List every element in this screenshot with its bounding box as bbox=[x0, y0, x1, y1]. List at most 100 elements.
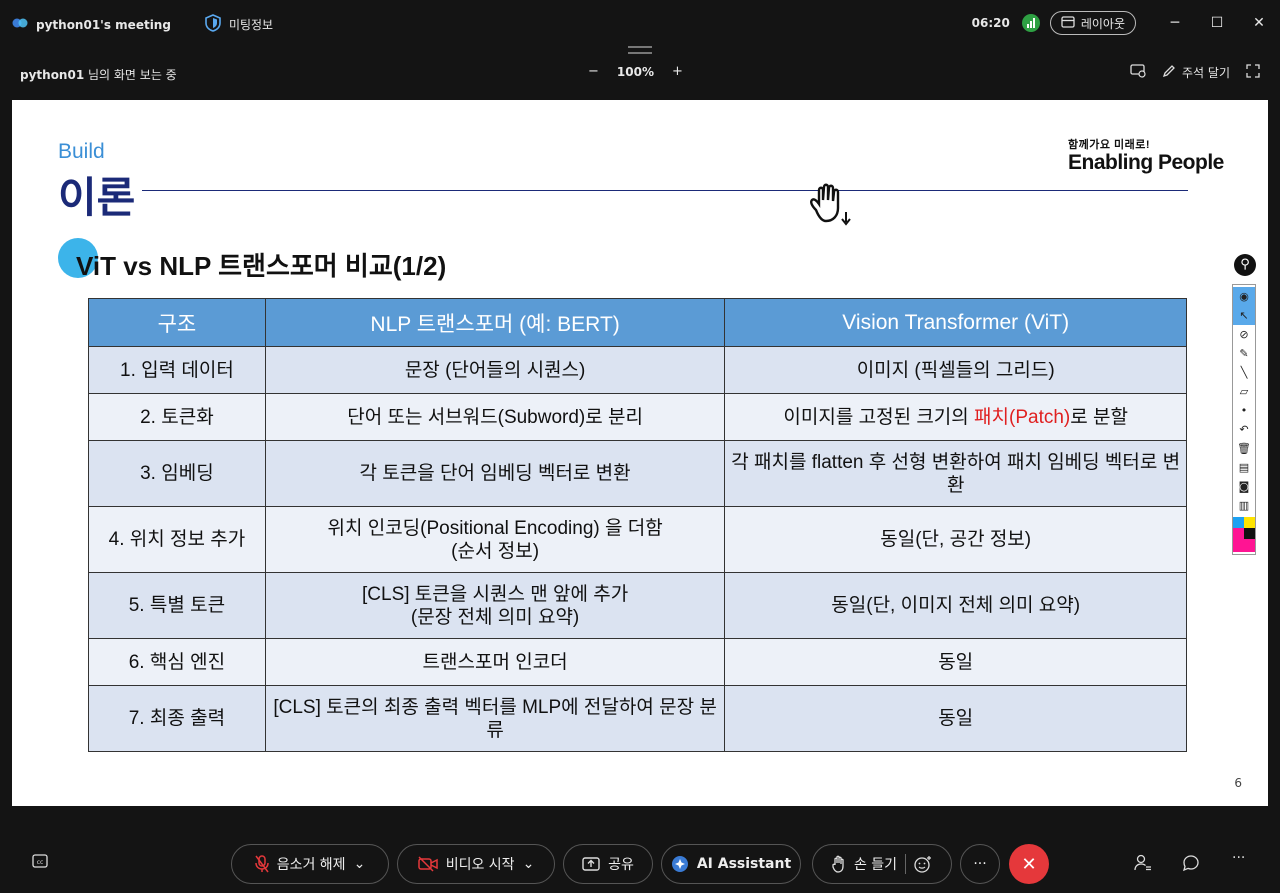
layout-button[interactable]: 레이아웃 bbox=[1049, 11, 1136, 35]
whiteboard-icon[interactable]: ▤ bbox=[1233, 458, 1255, 477]
patch-highlight: 패치(Patch) bbox=[974, 406, 1071, 428]
zoom-control: − 100% + bbox=[588, 64, 683, 79]
nlp-cell: 위치 인코딩(Positional Encoding) 을 더함 (순서 정보) bbox=[264, 506, 726, 573]
network-signal-icon[interactable] bbox=[1021, 14, 1040, 32]
more-label: ··· bbox=[973, 856, 987, 872]
viewing-status: python01 님의 화면 보는 중 bbox=[20, 66, 177, 83]
ai-assistant-icon bbox=[671, 855, 689, 873]
captions-icon[interactable]: cc bbox=[32, 854, 48, 872]
comparison-table: 구조 NLP 트랜스포머 (예: BERT) Vision Transforme… bbox=[88, 298, 1187, 752]
row-label: 6. 핵심 엔진 bbox=[88, 638, 266, 686]
line-tool-icon[interactable]: ╲ bbox=[1233, 363, 1255, 382]
maximize-icon[interactable]: ☐ bbox=[1196, 0, 1238, 46]
row-label: 5. 특별 토큰 bbox=[88, 572, 266, 639]
zoom-in-button[interactable]: + bbox=[672, 64, 683, 79]
viewing-suffix: 님의 화면 보는 중 bbox=[84, 68, 177, 82]
unmute-label: 음소거 해제 bbox=[276, 857, 346, 873]
ai-assistant-button[interactable]: AI Assistant bbox=[661, 844, 801, 884]
ai-assistant-label: AI Assistant bbox=[696, 856, 792, 872]
share-icon bbox=[582, 857, 600, 871]
pointer-icon[interactable]: ↖ bbox=[1233, 306, 1255, 325]
meeting-controls: cc 음소거 해제 ⌄ 비디오 시작 ⌄ 공유 AI Assistant 손 들… bbox=[0, 806, 1280, 893]
nlp-cell: 단어 또는 서브워드(Subword)로 분리 bbox=[264, 393, 726, 441]
vit-text-a: 이미지를 고정된 크기의 bbox=[783, 406, 975, 428]
chevron-down-icon[interactable]: ⌄ bbox=[523, 856, 535, 872]
shield-icon[interactable] bbox=[205, 14, 221, 35]
chevron-down-icon[interactable]: ⌄ bbox=[354, 856, 366, 872]
clock: 06:20 bbox=[971, 16, 1010, 30]
pen-icon bbox=[1162, 64, 1176, 81]
eraser-icon[interactable]: ▱ bbox=[1233, 382, 1255, 401]
nlp-cell: 문장 (단어들의 시퀀스) bbox=[264, 346, 726, 394]
reaction-emoji-icon[interactable] bbox=[914, 855, 932, 873]
zoom-out-button[interactable]: − bbox=[588, 64, 599, 79]
mic-muted-icon bbox=[254, 855, 269, 873]
camera-icon[interactable]: ◙ bbox=[1233, 477, 1255, 496]
trash-icon[interactable]: 🗑 bbox=[1233, 439, 1255, 458]
more-menu-icon[interactable]: ··· bbox=[1232, 850, 1245, 866]
annotation-tools: ◉ ↖ ⊘ ✎ ╲ ▱ • ↶ 🗑 ▤ ◙ ▥ bbox=[1232, 284, 1256, 555]
more-options-button[interactable]: ··· bbox=[960, 844, 1000, 884]
table-row: 4. 위치 정보 추가 위치 인코딩(Positional Encoding) … bbox=[88, 506, 1187, 573]
hand-cursor-icon bbox=[810, 183, 851, 226]
start-video-button[interactable]: 비디오 시작 ⌄ bbox=[397, 844, 555, 884]
table-row: 1. 입력 데이터 문장 (단어들의 시퀀스) 이미지 (픽셀들의 그리드) bbox=[88, 346, 1187, 394]
webex-logo-icon bbox=[12, 16, 28, 33]
shared-screen[interactable]: Build 이론 함께가요 미래로! Enabling People ViT v… bbox=[12, 100, 1268, 806]
table-row: 5. 특별 토큰 [CLS] 토큰을 시퀀스 맨 앞에 추가 (문장 전체 의미 … bbox=[88, 572, 1187, 639]
header-nlp: NLP 트랜스포머 (예: BERT) bbox=[264, 298, 726, 347]
title-bar: python01's meeting 미팅정보 06:20 레이아웃 ─ ☐ ✕ bbox=[0, 0, 1280, 46]
title-divider bbox=[142, 190, 1188, 191]
meeting-info-link[interactable]: 미팅정보 bbox=[229, 16, 273, 33]
section-title: 이론 bbox=[58, 174, 136, 221]
meeting-title: python01's meeting bbox=[36, 17, 171, 32]
close-x-icon: ✕ bbox=[1021, 853, 1037, 875]
row-label: 7. 최종 출력 bbox=[88, 685, 266, 752]
sharer-name: python01 bbox=[20, 68, 85, 82]
share-button[interactable]: 공유 bbox=[563, 844, 653, 884]
annotate-button[interactable]: 주석 달기 bbox=[1162, 64, 1230, 81]
vit-cell: 동일(단, 공간 정보) bbox=[724, 506, 1187, 573]
participants-icon[interactable] bbox=[1134, 854, 1152, 876]
table-row: 2. 토큰화 단어 또는 서브워드(Subword)로 분리 이미지를 고정된 … bbox=[88, 393, 1187, 441]
highlighter-icon[interactable]: ✎ bbox=[1233, 344, 1255, 363]
laser-pointer-icon[interactable]: ⊘ bbox=[1233, 325, 1255, 344]
header-structure: 구조 bbox=[88, 298, 266, 347]
header-vit: Vision Transformer (ViT) bbox=[724, 298, 1187, 347]
hand-icon bbox=[832, 855, 846, 873]
chat-icon[interactable] bbox=[1182, 854, 1200, 876]
minimize-icon[interactable]: ─ bbox=[1154, 0, 1196, 46]
end-meeting-button[interactable]: ✕ bbox=[1009, 844, 1049, 884]
raise-hand-button[interactable]: 손 들기 bbox=[812, 844, 952, 884]
row-label: 2. 토큰화 bbox=[88, 393, 266, 441]
video-off-icon bbox=[417, 856, 438, 872]
table-row: 6. 핵심 엔진 트랜스포머 인코더 동일 bbox=[88, 638, 1187, 686]
vit-text-c: 로 분할 bbox=[1070, 406, 1128, 428]
unmute-button[interactable]: 음소거 해제 ⌄ bbox=[231, 844, 389, 884]
nlp-line-1: [CLS] 토큰을 시퀀스 맨 앞에 추가 bbox=[362, 583, 629, 605]
nlp-cell: [CLS] 토큰의 최종 출력 벡터를 MLP에 전달하여 문장 분류 bbox=[264, 685, 726, 752]
share-label: 공유 bbox=[608, 857, 634, 873]
raise-hand-label: 손 들기 bbox=[853, 857, 898, 873]
vit-cell: 이미지 (픽셀들의 그리드) bbox=[724, 346, 1187, 394]
zoom-level: 100% bbox=[616, 64, 654, 79]
nlp-line-2: (순서 정보) bbox=[451, 540, 540, 562]
page-number: 6 bbox=[1234, 776, 1242, 790]
eye-icon[interactable]: ◉ bbox=[1233, 287, 1255, 306]
clipboard-icon[interactable]: ▥ bbox=[1233, 496, 1255, 515]
toolbar-pin-icon[interactable]: ⚲ bbox=[1234, 254, 1256, 276]
fullscreen-icon[interactable] bbox=[1246, 64, 1260, 81]
screen-share-options-icon[interactable] bbox=[1130, 64, 1146, 81]
close-icon[interactable]: ✕ bbox=[1238, 0, 1280, 46]
annotation-toolbar: ⚲ ◉ ↖ ⊘ ✎ ╲ ▱ • ↶ 🗑 ▤ ◙ ▥ bbox=[1232, 254, 1258, 555]
view-bar: python01 님의 화면 보는 중 − 100% + 주석 달기 bbox=[0, 46, 1280, 100]
brand-name: Enabling People bbox=[1068, 151, 1224, 174]
dot-size-icon[interactable]: • bbox=[1233, 401, 1255, 420]
vit-cell: 동일 bbox=[724, 685, 1187, 752]
drag-handle[interactable] bbox=[628, 46, 652, 54]
layout-icon bbox=[1061, 15, 1075, 31]
start-video-label: 비디오 시작 bbox=[445, 857, 515, 873]
color-palette[interactable] bbox=[1233, 517, 1255, 552]
undo-icon[interactable]: ↶ bbox=[1233, 420, 1255, 439]
vit-cell: 동일(단, 이미지 전체 의미 요약) bbox=[724, 572, 1187, 639]
